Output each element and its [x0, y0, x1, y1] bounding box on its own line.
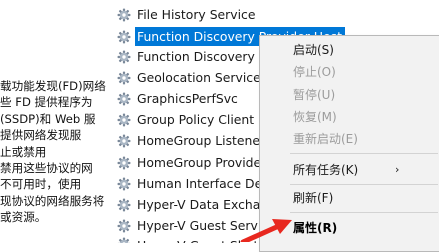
gear-icon: [116, 155, 132, 171]
gear-icon: [116, 91, 132, 107]
context-menu: 启动(S) 停止(O) 暂停(U) 恢复(M) 重新启动(E) 所有任务(K) …: [259, 35, 439, 252]
gear-icon: [116, 133, 132, 149]
service-name: Function Discovery Re: [135, 47, 277, 66]
service-name: File History Service: [135, 5, 259, 24]
service-name: Hyper-V Data Exchan: [135, 195, 271, 214]
submenu-arrow-icon: ›: [395, 163, 399, 176]
service-name: HomeGroup Listener: [135, 131, 268, 150]
description-line: 不可用时，使用: [0, 176, 112, 192]
menu-separator: [290, 184, 438, 185]
gear-icon: [116, 70, 132, 86]
menu-separator: [290, 153, 438, 154]
menu-item-start[interactable]: 启动(S): [293, 40, 334, 60]
description-line: 禁用这些协议的网: [0, 160, 112, 176]
service-name: Human Interface Dev: [135, 174, 273, 193]
menu-item-resume[interactable]: 恢复(M): [293, 107, 337, 127]
menu-item-restart[interactable]: 重新启动(E): [293, 129, 358, 149]
gear-icon: [116, 176, 132, 192]
service-row[interactable]: File History Service: [113, 5, 413, 24]
description-line: 止或禁用: [0, 144, 112, 160]
description-line: 载功能发现(FD)网络: [0, 78, 112, 94]
description-line: 些 FD 提供程序为: [0, 94, 112, 110]
service-name: Hyper-V Guest Servic: [135, 216, 271, 235]
service-name: GraphicsPerfSvc: [135, 89, 241, 108]
menu-item-pause[interactable]: 暂停(U): [293, 85, 335, 105]
description-line: 现协议的网络服务将: [0, 193, 112, 209]
gear-icon: [116, 218, 132, 234]
menu-separator: [290, 212, 438, 213]
service-name: HomeGroup Provider: [135, 153, 269, 172]
description-line: (SSDP)和 Web 服: [0, 111, 112, 127]
service-name: Geolocation Service: [135, 68, 264, 87]
menu-item-refresh[interactable]: 刷新(F): [293, 188, 333, 208]
description-line: 或资源。: [0, 209, 112, 225]
gear-icon: [116, 7, 132, 23]
description-line: 提供网络发现服: [0, 127, 112, 143]
menu-item-all-tasks[interactable]: 所有任务(K): [293, 160, 358, 180]
service-description-panel: 载功能发现(FD)网络 些 FD 提供程序为 (SSDP)和 Web 服 提供网…: [0, 78, 112, 226]
gear-icon: [116, 29, 132, 45]
gear-icon: [116, 49, 132, 65]
menu-item-properties[interactable]: 属性(R): [293, 218, 337, 238]
gear-icon: [116, 197, 132, 213]
menu-item-stop[interactable]: 停止(O): [293, 62, 336, 82]
gear-icon: [116, 112, 132, 128]
service-name: Group Policy Client: [135, 110, 257, 129]
